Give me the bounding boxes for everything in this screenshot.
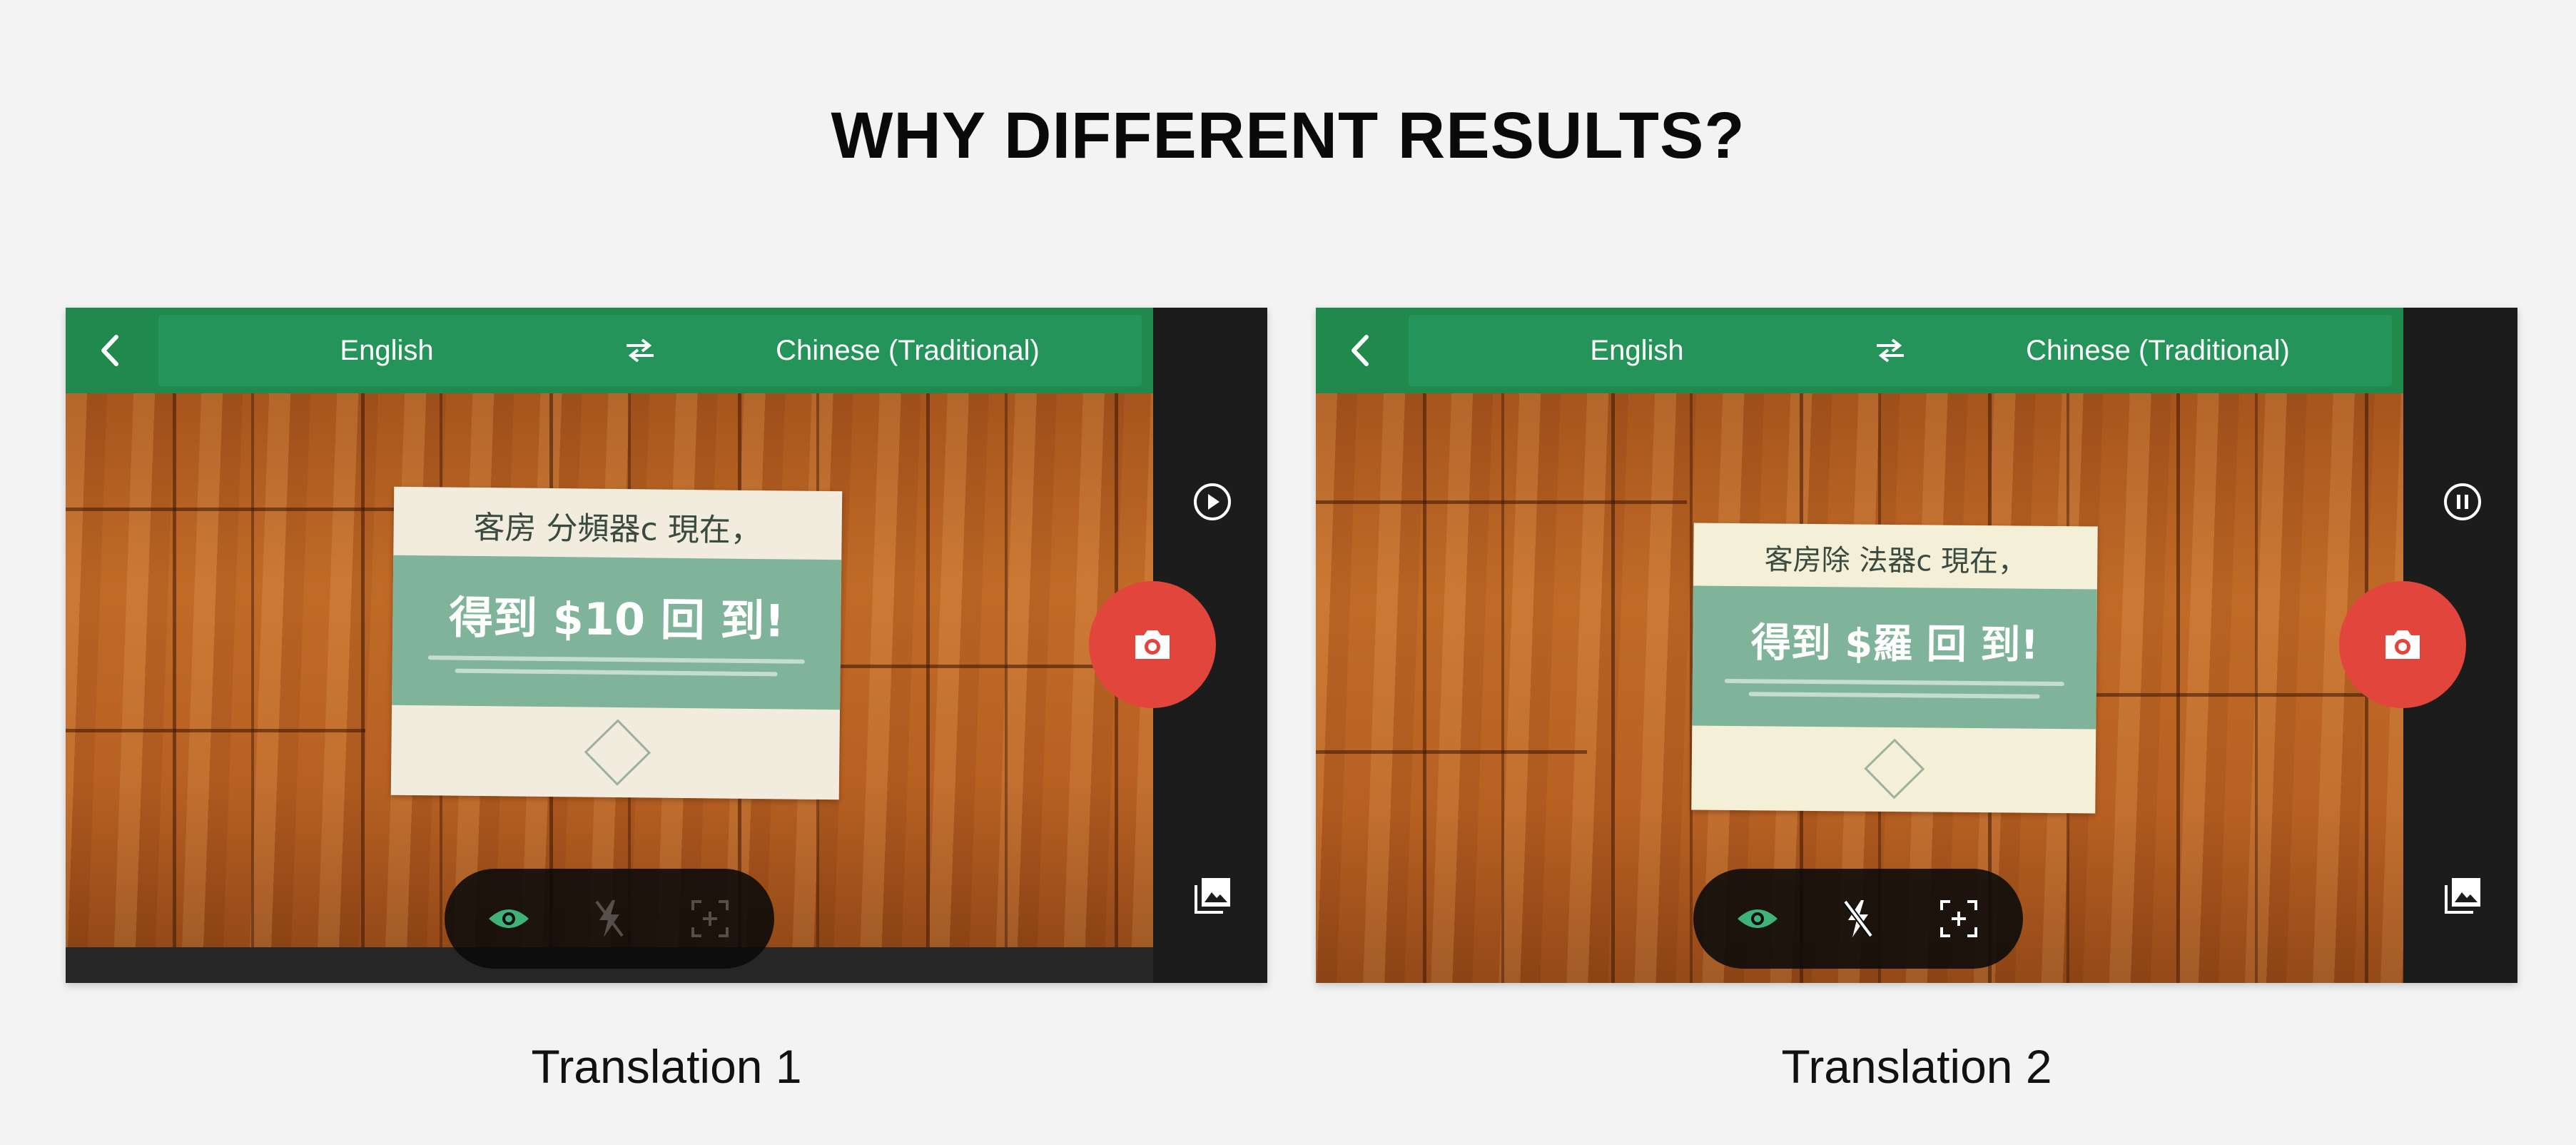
sign-band: 得到 $羅 回 到! <box>1692 585 2097 730</box>
sign-fine-print <box>1748 692 2040 699</box>
source-language-button[interactable]: English <box>1437 315 1837 386</box>
page-title: WHY DIFFERENT RESULTS? <box>831 99 1745 172</box>
play-button[interactable] <box>1190 479 1235 525</box>
back-button[interactable] <box>87 328 133 373</box>
target-language-button[interactable]: Chinese (Traditional) <box>701 315 1115 386</box>
eye-icon[interactable] <box>1735 896 1780 942</box>
floor-seam <box>66 729 365 732</box>
scanned-sign: 客房除 法器c 現在， 得到 $羅 回 到! <box>1691 523 2098 814</box>
pause-button[interactable] <box>2440 479 2485 525</box>
sign-headline: 客房 分頻器c 現在， <box>473 509 763 550</box>
back-button[interactable] <box>1337 328 1383 373</box>
gallery-button[interactable] <box>1190 873 1235 919</box>
gallery-icon <box>2445 878 2480 914</box>
caption-translation-2: Translation 2 <box>1781 1040 2052 1093</box>
flash-off-icon[interactable] <box>1835 896 1881 942</box>
camera-toolbar <box>445 869 774 969</box>
chevron-left-icon <box>101 335 118 366</box>
gallery-icon <box>1195 878 1230 914</box>
screenshot-translation-1: 客房 分頻器c 現在， 得到 $10 回 到! English Chinese … <box>66 308 1267 983</box>
capture-button[interactable] <box>1089 581 1216 708</box>
sign-headline: 客房除 法器c 現在， <box>1764 543 2027 579</box>
source-language-button[interactable]: English <box>187 315 587 386</box>
select-area-icon[interactable] <box>1936 896 1982 942</box>
language-selector: English Chinese (Traditional) <box>1409 315 2392 386</box>
floor-seam <box>1316 750 1587 754</box>
play-icon <box>1194 483 1231 520</box>
logo-mark <box>584 719 651 786</box>
sign-fine-print <box>455 668 778 677</box>
swap-languages-button[interactable] <box>1869 331 1912 370</box>
floor-seam <box>1316 500 1687 504</box>
language-selector: English Chinese (Traditional) <box>158 315 1142 386</box>
caption-translation-1: Translation 1 <box>531 1040 802 1093</box>
swap-icon <box>1877 338 1904 363</box>
target-language-button[interactable]: Chinese (Traditional) <box>1951 315 2365 386</box>
sign-offer: 得到 $羅 回 到! <box>1750 620 2039 669</box>
camera-toolbar <box>1693 869 2023 969</box>
eye-icon[interactable] <box>486 896 532 942</box>
camera-icon <box>1135 630 1170 659</box>
gallery-button[interactable] <box>2440 873 2485 919</box>
app-header: English Chinese (Traditional) <box>1316 308 2403 393</box>
pause-icon <box>2444 483 2481 520</box>
sign-offer: 得到 $10 回 到! <box>448 591 785 647</box>
capture-button[interactable] <box>2339 581 2466 708</box>
sign-fine-print <box>1725 678 2064 687</box>
logo-mark <box>1864 738 1925 800</box>
camera-icon <box>2385 630 2420 659</box>
flash-off-icon[interactable] <box>587 896 632 942</box>
sign-fine-print <box>427 655 805 664</box>
camera-viewfinder: 客房 分頻器c 現在， 得到 $10 回 到! <box>66 393 1153 947</box>
sign-band: 得到 $10 回 到! <box>392 555 842 710</box>
app-header: English Chinese (Traditional) <box>66 308 1153 393</box>
select-area-icon[interactable] <box>687 896 733 942</box>
chevron-left-icon <box>1352 335 1369 366</box>
screenshot-translation-2: 客房除 法器c 現在， 得到 $羅 回 到! English Chinese (… <box>1316 308 2517 983</box>
swap-languages-button[interactable] <box>619 331 661 370</box>
scanned-sign: 客房 分頻器c 現在， 得到 $10 回 到! <box>390 486 843 800</box>
swap-icon <box>627 338 654 363</box>
